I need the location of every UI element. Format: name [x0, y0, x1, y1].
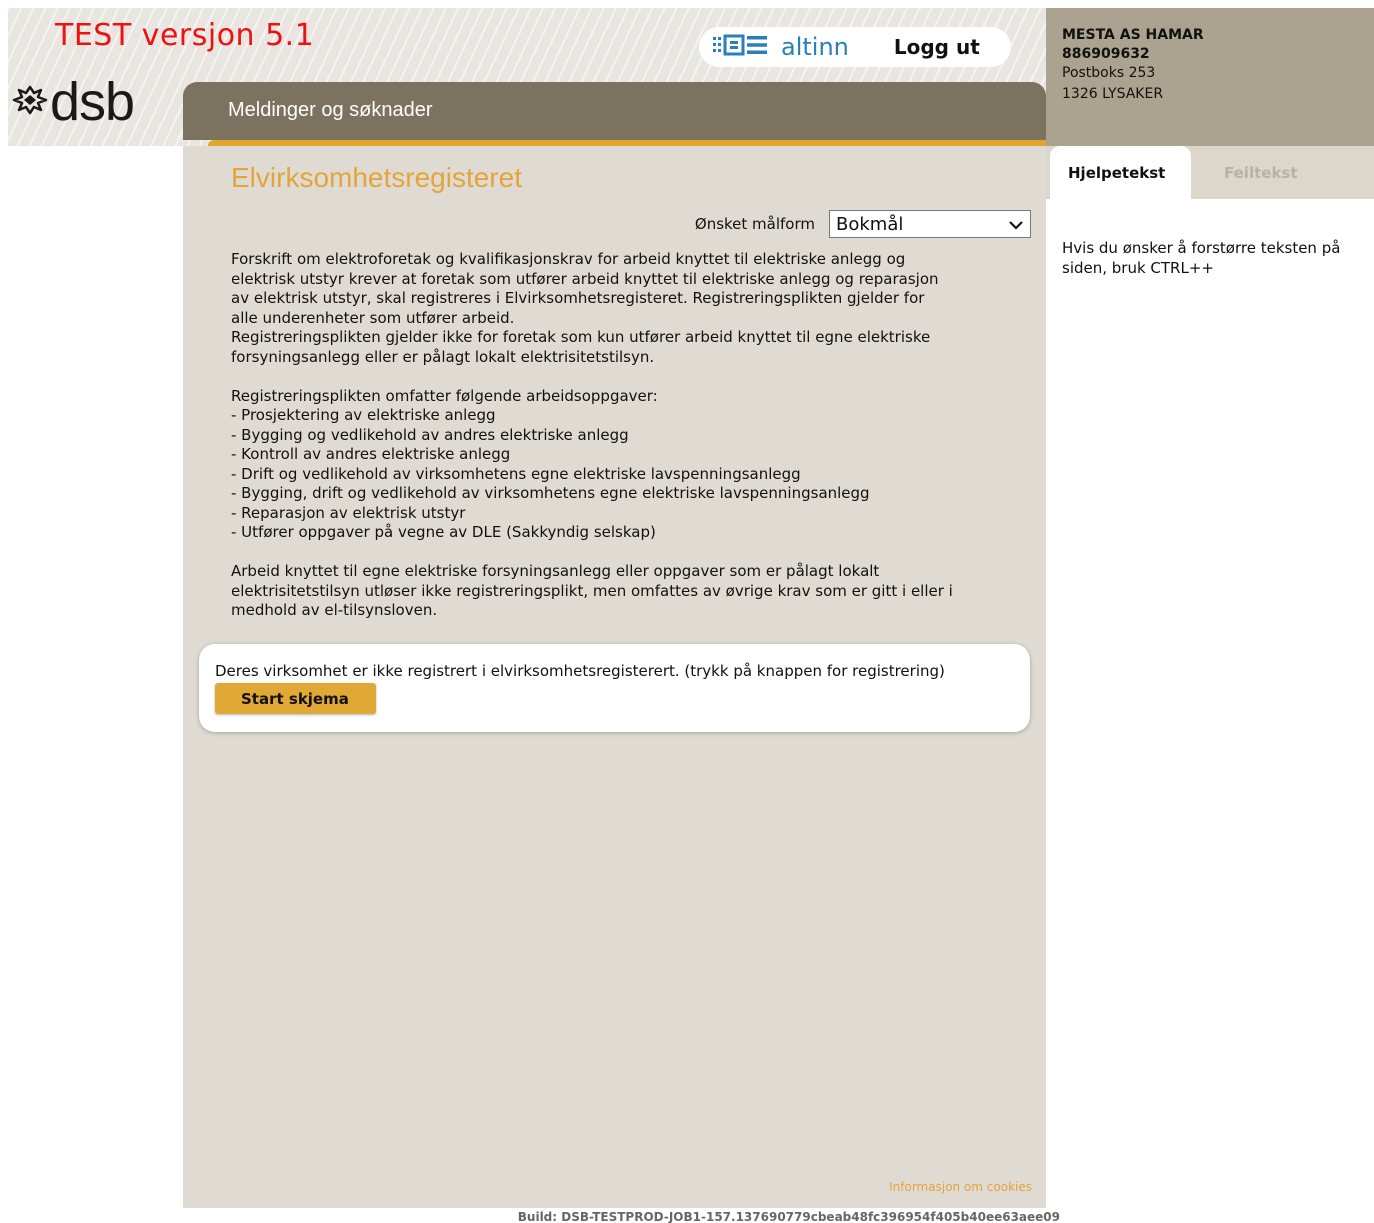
chevron-down-icon	[1009, 221, 1023, 230]
list-item: - Reparasjon av elektrisk utstyr	[231, 503, 466, 522]
paragraph-line: Forskrift om elektroforetak og kvalifika…	[231, 250, 906, 268]
altinn-label: altinn	[781, 33, 849, 61]
list-item: - Bygging og vedlikehold av andres elekt…	[231, 425, 629, 444]
start-form-button[interactable]: Start skjema	[215, 683, 376, 714]
list-item: - Drift og vedlikehold av virksomhetens …	[231, 464, 801, 483]
tab-error-text[interactable]: Feiltekst	[1224, 146, 1298, 199]
org-name: MESTA AS HAMAR	[1062, 27, 1204, 43]
nav-bar: Meldinger og søknader	[183, 82, 1046, 140]
language-label: Ønsket målform	[694, 215, 815, 233]
tab-help-text[interactable]: Hjelpetekst	[1050, 146, 1191, 199]
org-address-line1: Postboks 253	[1062, 65, 1156, 81]
nav-title[interactable]: Meldinger og søknader	[228, 99, 433, 122]
page-title: Elvirksomhetsregisteret	[231, 162, 522, 193]
language-row: Ønsket målform Bokmål	[683, 210, 1031, 238]
dsb-logo[interactable]: dsb	[10, 72, 135, 132]
list-item: - Prosjektering av elektriske anlegg	[231, 406, 496, 424]
list-item: - Utfører oppgaver på vegne av DLE (Sakk…	[231, 523, 656, 541]
build-info: Build: DSB-TESTPROD-JOB1-157.137690779cb…	[517, 1210, 1060, 1223]
paragraph-line: elektrisk utstyr krever at foretak som u…	[231, 269, 939, 288]
dsb-logo-text: dsb	[50, 72, 135, 132]
altinn-link[interactable]: altinn	[713, 33, 849, 61]
language-select[interactable]: Bokmål	[829, 210, 1031, 238]
list-item: - Kontroll av andres elektriske anlegg	[231, 445, 511, 463]
top-pill: altinn Logg ut	[699, 27, 1011, 67]
org-number: 886909632	[1062, 46, 1150, 62]
main-content: Elvirksomhetsregisteret Ønsket målform B…	[183, 146, 1046, 1208]
language-selected-value: Bokmål	[836, 213, 904, 235]
paragraph-line: av elektrisk utstyr, skal registreres i …	[231, 289, 925, 307]
registration-box: Deres virksomhet er ikke registrert i el…	[199, 644, 1030, 732]
dsb-star-icon	[10, 85, 50, 119]
list-intro: Registreringsplikten omfatter følgende a…	[231, 386, 658, 405]
paragraph-line: alle underenheter som utfører arbeid.	[231, 308, 515, 327]
paragraph-line: forsyningsanlegg eller er pålagt lokalt …	[231, 347, 655, 366]
help-text: Hvis du ønsker å forstørre teksten på si…	[1062, 239, 1341, 277]
org-address-line2: 1326 LYSAKER	[1062, 86, 1164, 102]
logout-link[interactable]: Logg ut	[894, 35, 980, 59]
intro-text: Forskrift om elektroforetak og kvalifika…	[231, 250, 1031, 621]
cookies-info-link[interactable]: Informasjon om cookies	[889, 1180, 1032, 1194]
list-item: - Bygging, drift og vedlikehold av virks…	[231, 484, 870, 502]
paragraph-line: elektrisitetstilsyn utløser ikke registr…	[231, 581, 953, 600]
paragraph-line: medhold av el-tilsynsloven.	[231, 601, 438, 619]
paragraph-line: Registreringsplikten gjelder ikke for fo…	[231, 328, 931, 346]
paragraph-line: Arbeid knyttet til egne elektriske forsy…	[231, 562, 880, 580]
altinn-icon	[713, 34, 775, 60]
test-version-banner: TEST versjon 5.1	[55, 18, 315, 53]
registration-status-text: Deres virksomhet er ikke registrert i el…	[215, 662, 945, 680]
